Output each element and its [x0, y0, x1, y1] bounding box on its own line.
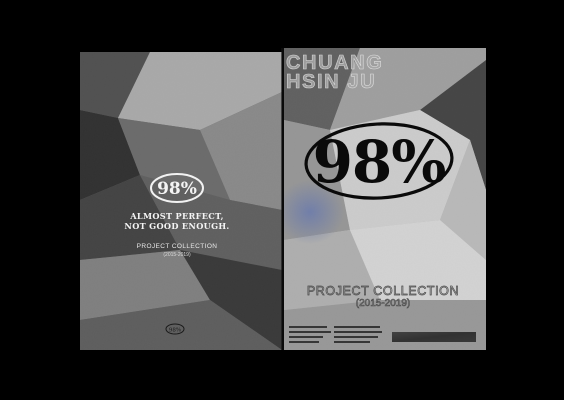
back-badge-text: 98%	[157, 179, 197, 199]
back-tagline-line1: ALMOST PERFECT,	[129, 211, 223, 221]
back-collection-title: PROJECT COLLECTION	[137, 243, 218, 250]
back-cover: 98% ALMOST PERFECT, NOT GOOD ENOUGH. PRO…	[80, 52, 282, 350]
back-collection-years: (2015-2019)	[163, 252, 191, 258]
back-footer-badge-text: 98%	[169, 328, 181, 334]
front-collection-title: PROJECT COLLECTION	[307, 284, 459, 298]
front-collection-years: (2015-2019)	[356, 298, 410, 309]
front-badge-text: 98%	[313, 128, 446, 196]
brochure-mockup-scene: 98% ALMOST PERFECT, NOT GOOD ENOUGH. PRO…	[0, 0, 564, 400]
front-name-line2: HSIN JU	[286, 71, 376, 93]
front-cover: CHUANG HSIN JU 98% PROJECT COLLECTION (2…	[284, 48, 486, 350]
brochure-mockup-illustration: 98% ALMOST PERFECT, NOT GOOD ENOUGH. PRO…	[80, 48, 486, 350]
back-tagline-line2: NOT GOOD ENOUGH.	[124, 221, 229, 231]
